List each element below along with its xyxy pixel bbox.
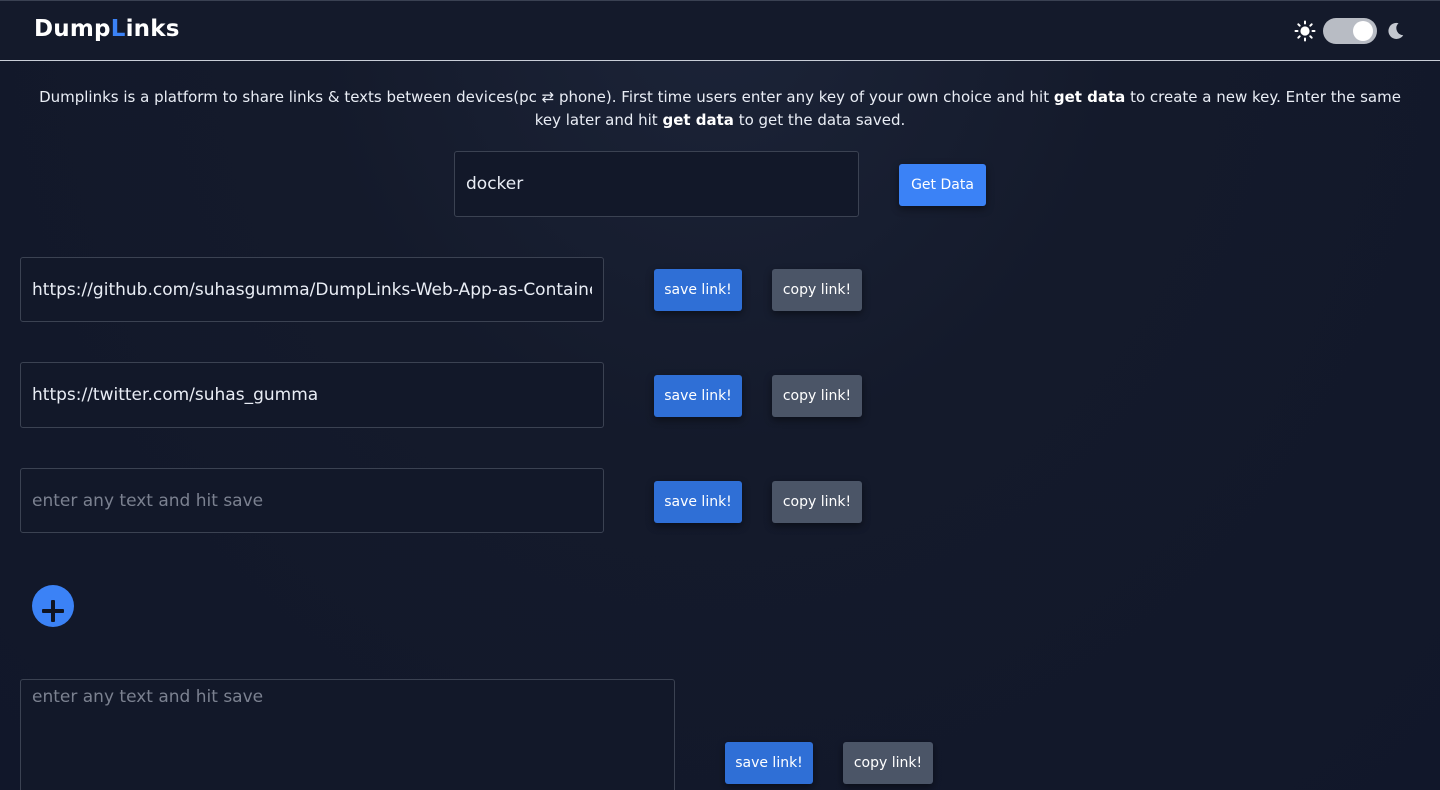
save-link-button[interactable]: save link! [654, 481, 742, 523]
copy-link-button[interactable]: copy link! [772, 481, 862, 523]
theme-toggle[interactable] [1323, 18, 1377, 44]
moon-icon [1388, 22, 1404, 39]
theme-switch [1294, 18, 1406, 44]
key-input[interactable] [454, 151, 859, 217]
copy-text-button[interactable]: copy link! [843, 742, 933, 784]
get-data-button[interactable]: Get Data [899, 164, 986, 206]
intro-emphasis: get data [662, 111, 734, 129]
intro-part: phone). First time users enter any key o… [554, 88, 1054, 106]
navbar: DumpLinks [0, 0, 1440, 61]
toggle-knob [1353, 21, 1373, 41]
page: DumpLinks Dumplinks is a platform to sha… [0, 0, 1440, 790]
brand-logo[interactable]: DumpLinks [34, 16, 180, 42]
save-link-button[interactable]: save link! [654, 269, 742, 311]
intro-emphasis: get data [1053, 88, 1126, 106]
link-input[interactable] [20, 468, 604, 533]
intro-text: Dumplinks is a platform to share links &… [30, 86, 1410, 132]
link-input[interactable] [20, 257, 604, 322]
copy-link-button[interactable]: copy link! [772, 269, 862, 311]
text-area[interactable] [20, 679, 675, 790]
brand-accent: L [110, 16, 126, 42]
swap-arrow-icon: ⇄ [541, 88, 555, 106]
intro-part: Dumplinks is a platform to share links &… [39, 88, 542, 106]
sun-icon [1294, 20, 1316, 42]
save-link-button[interactable]: save link! [654, 375, 742, 417]
intro-part: to get the data saved. [733, 111, 906, 129]
brand-prefix: Dump [34, 16, 111, 42]
save-text-button[interactable]: save link! [725, 742, 813, 784]
add-link-button[interactable] [32, 585, 74, 627]
copy-link-button[interactable]: copy link! [772, 375, 862, 417]
link-input[interactable] [20, 362, 604, 428]
brand-suffix: inks [125, 16, 180, 42]
plus-icon [42, 599, 64, 622]
